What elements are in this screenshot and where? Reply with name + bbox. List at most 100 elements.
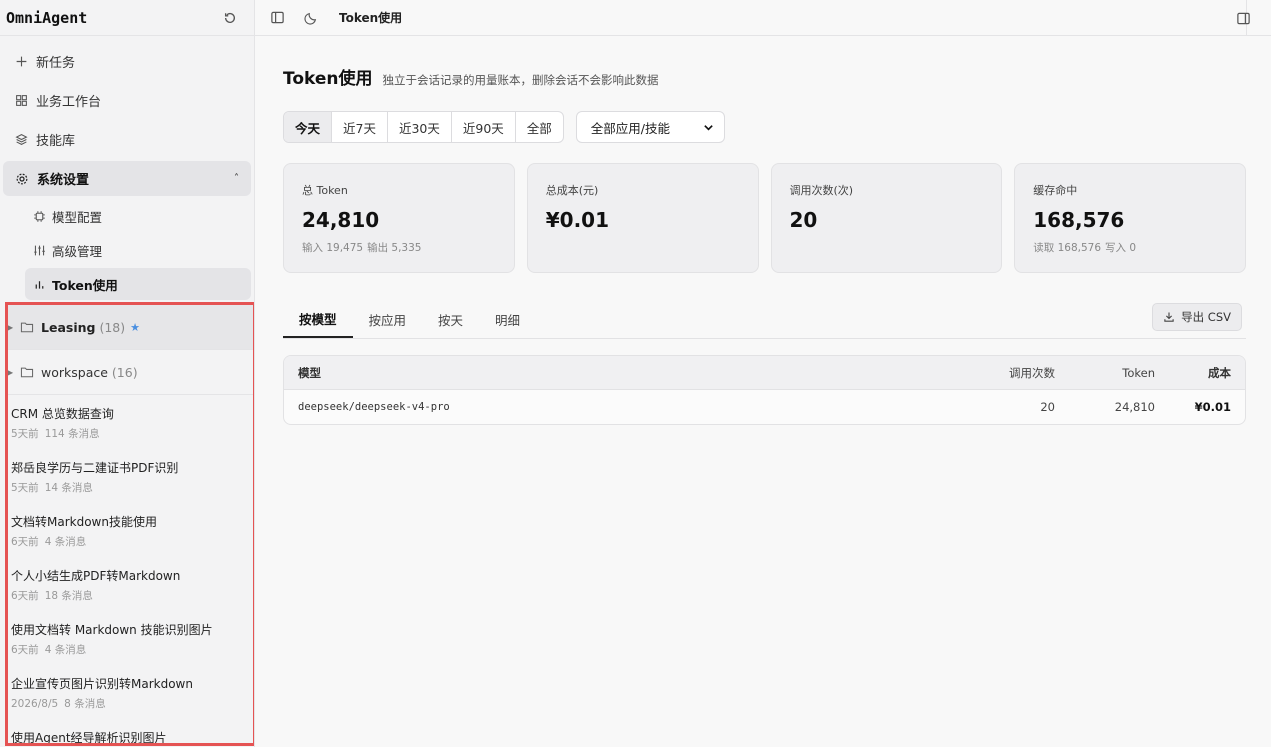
tab-by-model[interactable]: 按模型 bbox=[283, 300, 353, 338]
conversation-time: 6天前 bbox=[11, 644, 39, 656]
plus-icon bbox=[16, 56, 27, 67]
folder-icon bbox=[20, 367, 34, 378]
nav-item-settings[interactable]: 系统设置 ˄ bbox=[3, 161, 251, 196]
moon-icon[interactable] bbox=[301, 8, 321, 28]
table-header: 模型 调用次数 Token 成本 bbox=[284, 356, 1245, 390]
conversation-item[interactable]: 企业宣传页图片识别转Markdown 2026/8/5 8 条消息 bbox=[8, 665, 253, 719]
conversation-title: 个人小结生成PDF转Markdown bbox=[11, 569, 181, 583]
conversation-time: 2026/8/5 bbox=[11, 698, 59, 710]
usage-table: 模型 调用次数 Token 成本 deepseek/deepseek-v4-pr… bbox=[283, 355, 1246, 425]
top-bar: Token使用 bbox=[255, 0, 1271, 36]
nav-item-label: 新任务 bbox=[36, 56, 76, 71]
folder-count: (18) bbox=[99, 319, 126, 335]
scope-select[interactable]: 全部应用/技能 bbox=[575, 111, 725, 143]
range-segmented-control: 今天 近7天 近30天 近90天 全部 bbox=[283, 111, 564, 143]
card-value: ¥0.01 bbox=[545, 208, 610, 232]
cell-calls: 20 bbox=[1040, 400, 1055, 414]
folder-count: (16) bbox=[111, 364, 138, 380]
card-value: 20 bbox=[789, 208, 818, 232]
grid-icon bbox=[16, 95, 27, 106]
conversation-title: 使用Agent经导解析识别图片 bbox=[11, 731, 167, 745]
conversation-title: 企业宣传页图片识别转Markdown bbox=[11, 677, 193, 691]
export-label: 导出 CSV bbox=[1181, 310, 1231, 324]
conversation-item[interactable]: 使用文档转 Markdown 技能识别图片 6天前 4 条消息 bbox=[8, 611, 253, 665]
folder-leasing[interactable]: ▶ Leasing (18) ★ bbox=[8, 305, 253, 350]
header-token: Token bbox=[1122, 365, 1155, 380]
conversation-time: 5天前 bbox=[11, 428, 39, 440]
settings-submenu: 模型配置 高级管理 Token使用 bbox=[3, 200, 251, 300]
range-90d-button[interactable]: 近90天 bbox=[452, 112, 516, 142]
card-detail-read: 读取 168,576 bbox=[1033, 242, 1102, 254]
tab-details[interactable]: 明细 bbox=[479, 300, 536, 338]
app-title: OmniAgent bbox=[6, 8, 88, 27]
header-calls: 调用次数 bbox=[1009, 365, 1055, 380]
tab-by-app[interactable]: 按应用 bbox=[353, 300, 423, 338]
tab-by-day[interactable]: 按天 bbox=[422, 300, 479, 338]
conversation-item[interactable]: 使用Agent经导解析识别图片 bbox=[8, 719, 253, 745]
sub-item-advanced[interactable]: 高级管理 bbox=[25, 234, 251, 266]
sub-item-model-config[interactable]: 模型配置 bbox=[25, 200, 251, 232]
sliders-icon bbox=[34, 245, 45, 255]
card-total-token: 总 Token 24,810 输入 19,475 输出 5,335 bbox=[283, 163, 515, 273]
folder-name: Leasing bbox=[41, 319, 96, 335]
bar-chart-icon bbox=[35, 280, 44, 289]
nav-item-workbench[interactable]: 业务工作台 bbox=[3, 83, 251, 118]
download-icon bbox=[1164, 312, 1174, 322]
main-nav: 新任务 业务工作台 技能库 系统设置 ˄ 模型配置 高级管理 Token使用 bbox=[0, 36, 254, 300]
range-today-button[interactable]: 今天 bbox=[284, 112, 333, 142]
conversation-item[interactable]: 郑岳良学历与二建证书PDF识别 5天前 14 条消息 bbox=[8, 449, 253, 503]
layers-icon bbox=[15, 134, 28, 145]
card-label: 总 Token bbox=[302, 184, 348, 197]
conversation-item[interactable]: 个人小结生成PDF转Markdown 6天前 18 条消息 bbox=[8, 557, 253, 611]
gear-icon bbox=[16, 173, 28, 184]
conversation-count: 4 条消息 bbox=[44, 644, 87, 656]
cell-model: deepseek/deepseek-v4-pro bbox=[298, 401, 450, 413]
caret-right-icon: ▶ bbox=[7, 367, 14, 377]
conversation-count: 8 条消息 bbox=[64, 698, 106, 710]
conversation-time: 5天前 bbox=[11, 482, 39, 494]
conversation-item[interactable]: 文档转Markdown技能使用 6天前 4 条消息 bbox=[8, 503, 253, 557]
caret-right-icon: ▶ bbox=[7, 322, 14, 332]
conversation-title: 郑岳良学历与二建证书PDF识别 bbox=[11, 461, 179, 475]
chevron-down-icon bbox=[704, 124, 713, 131]
card-detail-write: 写入 0 bbox=[1105, 242, 1137, 254]
nav-item-label: 系统设置 bbox=[37, 173, 90, 188]
folder-icon bbox=[20, 322, 34, 333]
conversation-title: CRM 总览数据查询 bbox=[11, 407, 114, 421]
sub-item-label: 模型配置 bbox=[52, 209, 103, 225]
export-csv-button[interactable]: 导出 CSV bbox=[1152, 303, 1242, 331]
range-all-button[interactable]: 全部 bbox=[516, 112, 563, 142]
conversation-time: 6天前 bbox=[11, 536, 39, 548]
right-panel-toggle-icon[interactable] bbox=[1233, 8, 1253, 28]
folder-workspace[interactable]: ▶ workspace (16) bbox=[8, 350, 253, 395]
chevron-up-icon: ˄ bbox=[234, 173, 239, 184]
chip-icon bbox=[34, 210, 45, 222]
card-label: 总成本(元) bbox=[545, 184, 599, 197]
nav-item-label: 技能库 bbox=[36, 134, 76, 149]
range-7d-button[interactable]: 近7天 bbox=[332, 112, 388, 142]
sub-item-token-usage[interactable]: Token使用 bbox=[25, 268, 251, 300]
range-30d-button[interactable]: 近30天 bbox=[388, 112, 452, 142]
star-icon: ★ bbox=[130, 320, 140, 334]
conversation-count: 114 条消息 bbox=[44, 428, 100, 440]
filter-bar: 今天 近7天 近30天 近90天 全部 全部应用/技能 bbox=[283, 111, 1246, 143]
nav-item-new-task[interactable]: 新任务 bbox=[3, 44, 251, 79]
conversation-item[interactable]: CRM 总览数据查询 5天前 114 条消息 bbox=[8, 395, 253, 449]
header-cost: 成本 bbox=[1208, 365, 1231, 380]
cell-cost: ¥0.01 bbox=[1194, 400, 1231, 414]
nav-item-label: 业务工作台 bbox=[36, 95, 102, 110]
sidebar-header: OmniAgent bbox=[0, 0, 254, 36]
header-model: 模型 bbox=[298, 365, 321, 380]
nav-item-skills[interactable]: 技能库 bbox=[3, 122, 251, 157]
conversation-title: 使用文档转 Markdown 技能识别图片 bbox=[11, 623, 213, 637]
sidebar-toggle-icon[interactable] bbox=[267, 8, 287, 28]
page-title: Token使用 bbox=[283, 69, 373, 89]
conversation-count: 14 条消息 bbox=[44, 482, 93, 494]
table-row[interactable]: deepseek/deepseek-v4-pro 20 24,810 ¥0.01 bbox=[284, 390, 1245, 424]
refresh-icon[interactable] bbox=[220, 8, 240, 28]
page-header: Token使用 独立于会话记录的用量账本，删除会话不会影响此数据 bbox=[283, 64, 1246, 89]
card-value: 168,576 bbox=[1033, 208, 1125, 232]
conversation-count: 18 条消息 bbox=[44, 590, 93, 602]
summary-cards: 总 Token 24,810 输入 19,475 输出 5,335 总成本(元) … bbox=[283, 163, 1246, 273]
card-detail-output: 输出 5,335 bbox=[367, 242, 422, 254]
